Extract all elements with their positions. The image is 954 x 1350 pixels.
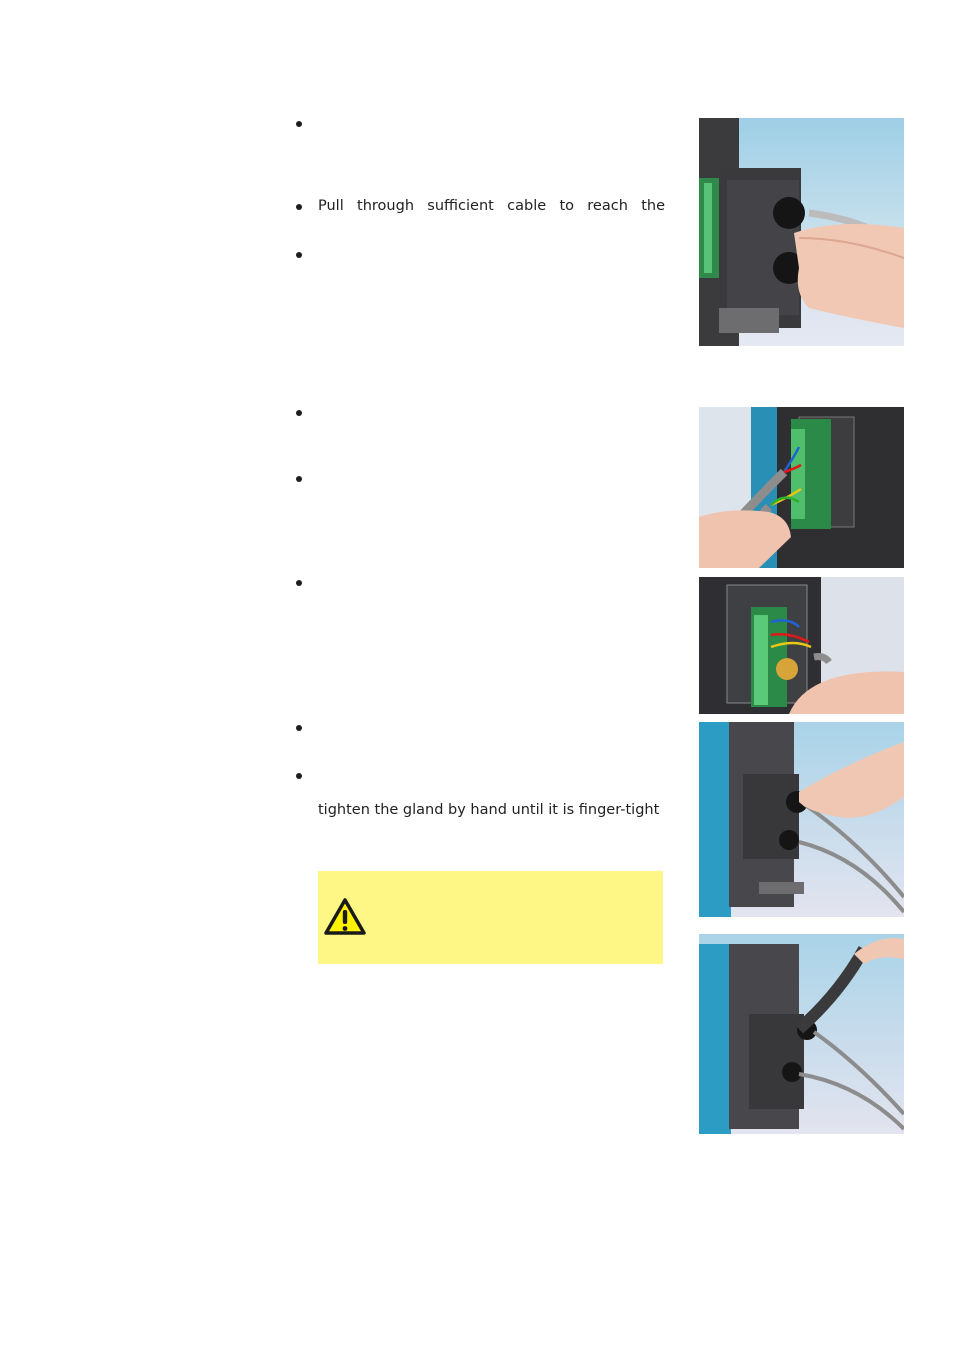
photo-cable-through-gland <box>699 118 904 346</box>
warning-triangle-icon <box>324 898 366 935</box>
bullet-marker <box>296 410 302 416</box>
bullet-marker <box>296 773 302 779</box>
bullet-2-text: Pull through sufficient cable to reach the <box>318 198 665 214</box>
warning-box <box>318 871 663 964</box>
word: through <box>357 198 415 214</box>
bullet-marker <box>296 252 302 258</box>
word: the <box>641 198 665 214</box>
photo-wrench-tighten-gland <box>699 934 904 1134</box>
photo-ferrite-wiring <box>699 577 904 714</box>
photo-wiring-terminal <box>699 407 904 568</box>
word: sufficient <box>427 198 494 214</box>
continuation-text: tighten the gland by hand until it is fi… <box>318 802 660 818</box>
bullet-marker <box>296 580 302 586</box>
photo-hand-tighten-gland <box>699 722 904 917</box>
word: reach <box>587 198 628 214</box>
bullet-marker <box>296 725 302 731</box>
bullet-marker <box>296 121 302 127</box>
word: Pull <box>318 198 344 214</box>
bullet-marker <box>296 204 302 210</box>
word: to <box>559 198 574 214</box>
word: cable <box>507 198 547 214</box>
bullet-marker <box>296 476 302 482</box>
